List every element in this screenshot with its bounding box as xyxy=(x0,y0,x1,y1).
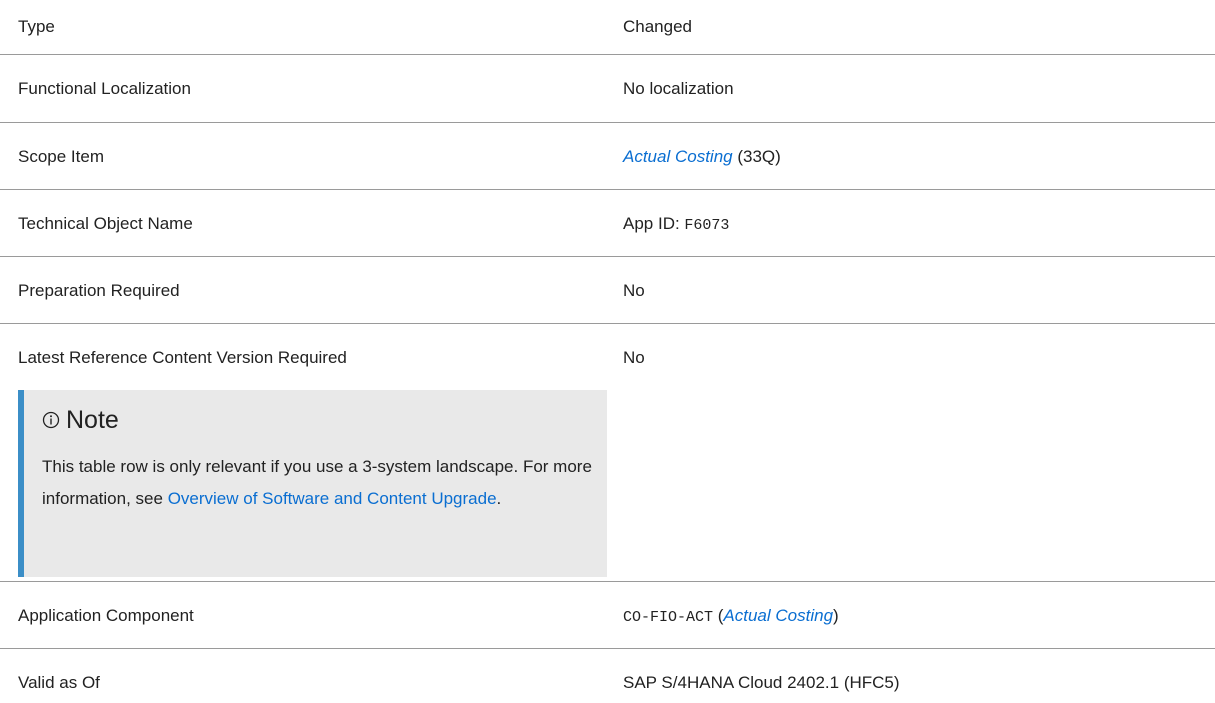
row-value: Actual Costing (33Q) xyxy=(623,147,781,167)
row-label: Functional Localization xyxy=(18,79,191,98)
table-row-application-component: Application Component CO-FIO-ACT (Actual… xyxy=(0,582,1215,649)
app-id-code: F6073 xyxy=(684,217,730,234)
row-value: App ID: F6073 xyxy=(623,214,729,236)
scope-item-link[interactable]: Actual Costing xyxy=(623,147,733,166)
row-label: Application Component xyxy=(18,606,194,625)
row-value: No localization xyxy=(623,79,734,98)
row-label: Type xyxy=(18,17,55,36)
paren-close: ) xyxy=(833,606,839,625)
table-row-scope-item: Scope Item Actual Costing (33Q) xyxy=(0,123,1215,190)
row-label: Latest Reference Content Version Require… xyxy=(18,348,347,367)
table-row-valid-as-of: Valid as Of SAP S/4HANA Cloud 2402.1 (HF… xyxy=(0,649,1215,703)
paren-open: ( xyxy=(713,606,724,625)
row-label: Valid as Of xyxy=(18,673,100,692)
table-row-preparation-required: Preparation Required No xyxy=(0,257,1215,324)
row-label: Scope Item xyxy=(18,147,104,166)
scope-item-code: (33Q) xyxy=(732,147,781,166)
upgrade-overview-link[interactable]: Overview of Software and Content Upgrade xyxy=(168,489,497,508)
row-value: No xyxy=(623,348,645,367)
note-text-after: . xyxy=(496,489,502,508)
table-row-technical-object-name: Technical Object Name App ID: F6073 xyxy=(0,190,1215,257)
component-code: CO-FIO-ACT xyxy=(623,609,714,626)
table-row-type: Type Changed xyxy=(0,0,1215,55)
row-value: SAP S/4HANA Cloud 2402.1 (HFC5) xyxy=(623,673,900,692)
note-title: Note xyxy=(42,405,119,435)
note-box: Note This table row is only relevant if … xyxy=(18,390,607,577)
app-id-prefix: App ID: xyxy=(623,214,685,233)
component-link[interactable]: Actual Costing xyxy=(723,606,833,625)
table-row-latest-reference-content: Latest Reference Content Version Require… xyxy=(0,324,1215,582)
properties-table: Type Changed Functional Localization No … xyxy=(0,0,1215,703)
row-value: Changed xyxy=(623,17,693,36)
table-row-functional-localization: Functional Localization No localization xyxy=(0,55,1215,123)
info-icon xyxy=(42,411,60,429)
row-label: Preparation Required xyxy=(18,281,180,300)
row-value: No xyxy=(623,281,645,300)
note-title-text: Note xyxy=(66,406,119,434)
row-value: CO-FIO-ACT (Actual Costing) xyxy=(623,606,839,628)
note-text: This table row is only relevant if you u… xyxy=(42,451,602,515)
row-label: Technical Object Name xyxy=(18,214,193,233)
